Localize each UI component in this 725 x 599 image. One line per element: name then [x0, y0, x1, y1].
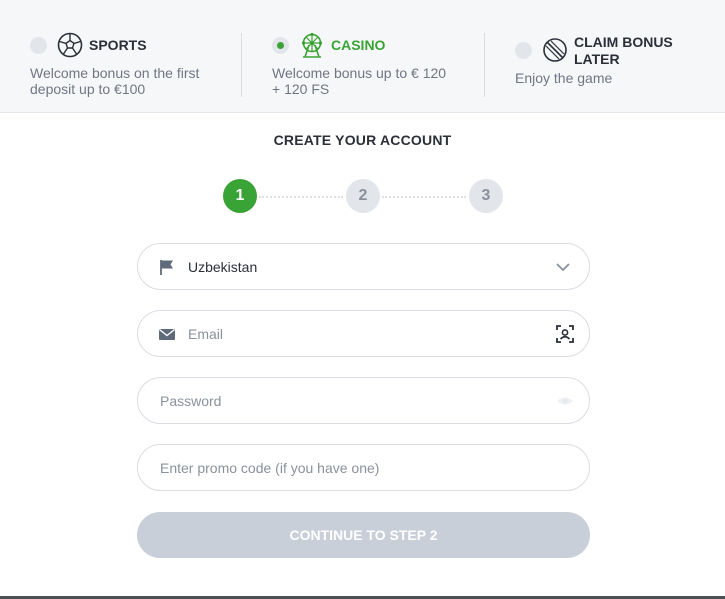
bonus-option-casino[interactable]: CASINO Welcome bonus up to € 120 + 120 F… [272, 32, 446, 97]
password-input[interactable] [160, 378, 555, 423]
continue-button[interactable]: CONTINUE TO STEP 2 [137, 512, 590, 558]
bonus-option-later[interactable]: CLAIM BONUS LATER Enjoy the game [515, 32, 673, 86]
casino-radio[interactable] [272, 36, 289, 54]
sports-desc-line1: Welcome bonus on the first [30, 65, 200, 81]
promo-code-field[interactable] [137, 444, 590, 491]
sports-desc-line2: deposit up to €100 [30, 81, 146, 97]
sports-radio[interactable] [30, 36, 47, 54]
bonus-option-sports[interactable]: SPORTS Welcome bonus on the first deposi… [30, 32, 199, 97]
bonus-divider [484, 33, 485, 97]
email-input[interactable] [188, 311, 555, 356]
promo-code-input[interactable] [160, 445, 589, 490]
step-connector [259, 196, 343, 198]
chevron-down-icon[interactable] [553, 257, 573, 277]
flag-icon [160, 259, 173, 275]
step-2-indicator: 2 [346, 179, 380, 213]
later-desc: Enjoy the game [515, 70, 613, 86]
bonus-selector: SPORTS Welcome bonus on the first deposi… [0, 0, 725, 113]
password-field[interactable] [137, 377, 590, 424]
ferris-wheel-icon [301, 32, 323, 58]
email-field[interactable] [137, 310, 590, 357]
sports-title: SPORTS [89, 36, 147, 53]
form-title: CREATE YOUR ACCOUNT [273, 132, 452, 148]
country-select[interactable]: Uzbekistan [137, 243, 590, 290]
step-1-indicator: 1 [223, 179, 257, 213]
step-3-indicator: 3 [469, 179, 503, 213]
casino-desc-line2: + 120 FS [272, 81, 330, 97]
step-connector [382, 196, 466, 198]
soccer-ball-icon [57, 32, 83, 58]
casino-title: CASINO [331, 36, 386, 53]
later-title-line1: CLAIM BONUS [574, 34, 673, 50]
envelope-icon [159, 328, 175, 340]
eye-icon[interactable] [555, 391, 575, 411]
casino-desc-line1: Welcome bonus up to € 120 [272, 65, 447, 81]
bonus-divider [241, 33, 242, 97]
face-scan-icon[interactable] [555, 324, 575, 344]
later-title-line2: LATER [574, 51, 620, 67]
later-radio[interactable] [515, 42, 532, 59]
country-value: Uzbekistan [188, 258, 258, 275]
no-bonus-icon [543, 38, 567, 62]
